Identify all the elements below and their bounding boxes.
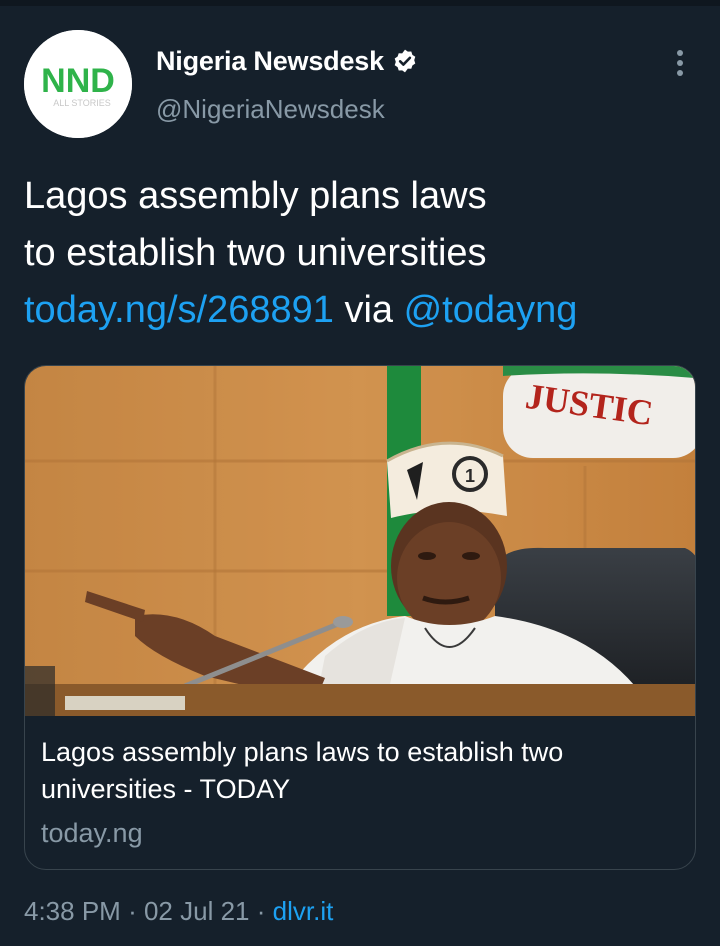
- more-dot-icon: [677, 60, 683, 66]
- mention-link[interactable]: @todayng: [404, 289, 578, 331]
- more-dot-icon: [677, 70, 683, 76]
- cap-badge: 1: [465, 466, 475, 486]
- logo-text: NND: [41, 62, 115, 100]
- card-domain: today.ng: [41, 818, 143, 848]
- tweet-text: Lagos assembly plans laws to establish t…: [24, 168, 704, 339]
- link-preview-card[interactable]: JUSTIC 1 Lagos assembly plans laws to es…: [24, 365, 696, 870]
- account-name-row[interactable]: Nigeria Newsdesk: [156, 44, 418, 78]
- tweet-source-link[interactable]: dlvr.it: [273, 896, 334, 926]
- more-dot-icon: [677, 50, 683, 56]
- display-name[interactable]: Nigeria Newsdesk: [156, 46, 384, 77]
- meta-separator: ·: [256, 896, 266, 926]
- tweet-link[interactable]: today.ng/s/268891: [24, 289, 334, 331]
- logo-subtext: ALL STORIES: [53, 98, 111, 108]
- tweet-text-line-2: to establish two universities: [24, 232, 487, 274]
- avatar[interactable]: NND ALL STORIES: [24, 30, 132, 138]
- verified-badge-icon: [394, 49, 416, 73]
- via-text: via: [344, 289, 394, 331]
- nnd-logo: NND ALL STORIES: [24, 30, 132, 138]
- more-options-button[interactable]: [668, 46, 692, 80]
- tweet-time[interactable]: 4:38 PM: [24, 896, 121, 926]
- account-handle[interactable]: @NigeriaNewsdesk: [156, 94, 385, 125]
- card-image[interactable]: JUSTIC 1: [25, 366, 695, 716]
- tweet-text-line-1: Lagos assembly plans laws: [24, 175, 487, 217]
- tweet-meta: 4:38 PM · 02 Jul 21 · dlvr.it: [24, 896, 333, 927]
- tweet-date[interactable]: 02 Jul 21: [144, 896, 250, 926]
- top-divider: [0, 0, 720, 6]
- meta-separator: ·: [128, 896, 137, 926]
- card-title[interactable]: Lagos assembly plans laws to establish t…: [41, 734, 681, 808]
- tweet-text-line-3: today.ng/s/268891 via @todayng: [24, 282, 704, 339]
